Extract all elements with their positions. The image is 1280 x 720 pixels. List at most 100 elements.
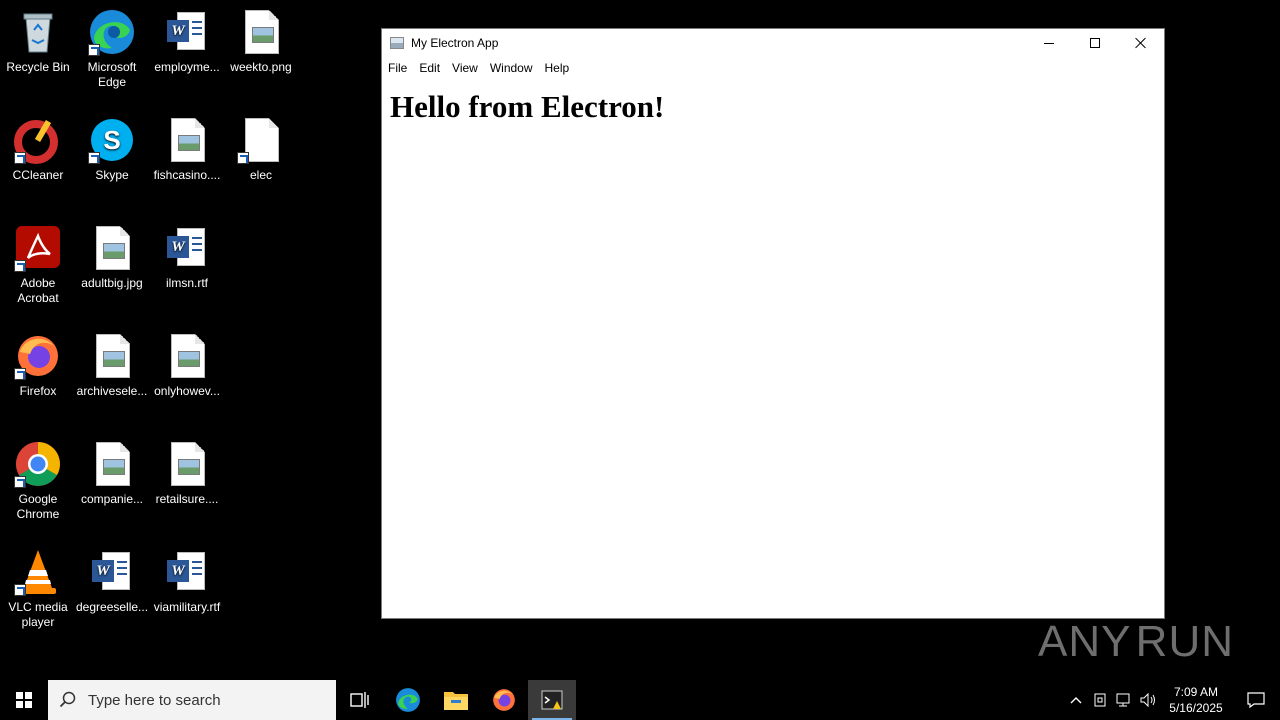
image-file-icon xyxy=(88,440,136,488)
desktop-icon-skype[interactable]: S Skype xyxy=(74,116,150,183)
desktop-icon-label: Adobe Acrobat xyxy=(17,276,59,305)
shortcut-arrow-icon xyxy=(14,476,26,488)
desktop-icon-ccleaner[interactable]: CCleaner xyxy=(0,116,76,183)
taskbar-edge[interactable] xyxy=(384,680,432,720)
desktop-icon-label: CCleaner xyxy=(12,168,64,182)
desktop-icon-adobe-acrobat[interactable]: Adobe Acrobat xyxy=(0,224,76,306)
desktop-icon-elec[interactable]: elec xyxy=(223,116,299,183)
tray-volume[interactable] xyxy=(1136,680,1160,720)
desktop-icon-label: archivesele... xyxy=(76,384,148,398)
desktop-icon-label: VLC media player xyxy=(8,600,68,629)
menu-file[interactable]: File xyxy=(382,61,413,75)
shortcut-arrow-icon xyxy=(14,584,26,596)
desktop-icon-label: adultbig.jpg xyxy=(81,276,143,290)
title-bar[interactable]: My Electron App xyxy=(382,29,1164,57)
ccleaner-icon xyxy=(14,116,62,164)
shortcut-arrow-icon xyxy=(237,152,249,164)
search-icon xyxy=(48,691,88,709)
app-window[interactable]: My Electron App File Edit View Window He… xyxy=(381,28,1165,619)
watermark-text-right: RUN xyxy=(1135,617,1234,666)
taskbar-firefox[interactable] xyxy=(480,680,528,720)
svg-text:S: S xyxy=(103,125,120,155)
image-file-icon xyxy=(88,224,136,272)
desktop-icon-label: Microsoft Edge xyxy=(87,60,137,89)
show-hidden-icons-button[interactable] xyxy=(1064,680,1088,720)
desktop: Recycle Bin CCleaner Adobe Acrobat Firef… xyxy=(0,0,380,680)
desktop-icon-firefox[interactable]: Firefox xyxy=(0,332,76,399)
taskbar-search-box[interactable]: Type here to search xyxy=(48,680,336,720)
desktop-icon-label: employme... xyxy=(154,60,220,74)
edge-icon xyxy=(88,8,136,56)
windows-logo-icon xyxy=(16,692,32,708)
desktop-icon-label: retailsure.... xyxy=(155,492,219,506)
firefox-icon xyxy=(14,332,62,380)
notification-center-button[interactable] xyxy=(1232,680,1280,720)
menu-bar: File Edit View Window Help xyxy=(382,57,1164,79)
taskbar-clock[interactable]: 7:09 AM 5/16/2025 xyxy=(1160,684,1232,716)
word-doc-icon: W xyxy=(88,548,136,596)
desktop-icon-retailsure[interactable]: retailsure.... xyxy=(149,440,225,507)
shortcut-arrow-icon xyxy=(14,152,26,164)
desktop-icon-label: onlyhowev... xyxy=(154,384,220,398)
word-doc-icon: W xyxy=(163,224,211,272)
maximize-button[interactable] xyxy=(1072,29,1118,57)
minimize-icon xyxy=(1044,42,1054,44)
image-file-icon xyxy=(163,332,211,380)
taskbar-file-explorer[interactable] xyxy=(432,680,480,720)
word-doc-icon: W xyxy=(163,548,211,596)
system-tray: 7:09 AM 5/16/2025 xyxy=(1064,680,1280,720)
desktop-icon-label: Google Chrome xyxy=(16,492,60,521)
desktop-icon-label: weekto.png xyxy=(230,60,292,74)
tray-network[interactable] xyxy=(1112,680,1136,720)
desktop-icon-viamilitary[interactable]: W viamilitary.rtf xyxy=(149,548,225,615)
desktop-icon-vlc[interactable]: VLC media player xyxy=(0,548,76,630)
word-doc-icon: W xyxy=(163,8,211,56)
minimize-button[interactable] xyxy=(1026,29,1072,57)
start-button[interactable] xyxy=(0,680,48,720)
desktop-icon-google-chrome[interactable]: Google Chrome xyxy=(0,440,76,522)
menu-view[interactable]: View xyxy=(446,61,484,75)
maximize-icon xyxy=(1090,38,1100,48)
desktop-icon-label: Firefox xyxy=(19,384,57,398)
task-view-button[interactable] xyxy=(336,680,384,720)
window-title: My Electron App xyxy=(411,36,499,50)
desktop-icon-degreeselle[interactable]: W degreeselle... xyxy=(74,548,150,615)
watermark-text-left: ANY xyxy=(1038,617,1132,666)
desktop-icon-ilmsn[interactable]: W ilmsn.rtf xyxy=(149,224,225,291)
desktop-icon-label: Recycle Bin xyxy=(6,60,70,74)
taskbar-electron-app[interactable] xyxy=(528,680,576,720)
network-icon xyxy=(1116,693,1130,707)
shortcut-arrow-icon xyxy=(14,260,26,272)
clock-time: 7:09 AM xyxy=(1173,685,1219,699)
desktop-icon-fishcasino[interactable]: fishcasino.... xyxy=(149,116,225,183)
device-icon xyxy=(1094,693,1106,707)
taskbar: Type here to search 7:09 AM 5/16/2025 xyxy=(0,680,1280,720)
skype-icon: S xyxy=(88,116,136,164)
desktop-icon-companie[interactable]: companie... xyxy=(74,440,150,507)
desktop-icon-onlyhowev[interactable]: onlyhowev... xyxy=(149,332,225,399)
shortcut-arrow-icon xyxy=(14,368,26,380)
anyrun-watermark: ANY RUN xyxy=(1038,612,1234,672)
close-icon xyxy=(1135,37,1147,49)
volume-icon xyxy=(1140,692,1155,708)
menu-edit[interactable]: Edit xyxy=(413,61,446,75)
image-file-icon xyxy=(88,332,136,380)
firefox-icon xyxy=(493,689,515,711)
folder-icon xyxy=(444,692,468,710)
terminal-app-icon xyxy=(541,690,563,710)
app-icon xyxy=(390,37,404,49)
desktop-icon-adultbig[interactable]: adultbig.jpg xyxy=(74,224,150,291)
desktop-icon-archivesele[interactable]: archivesele... xyxy=(74,332,150,399)
menu-window[interactable]: Window xyxy=(484,61,539,75)
desktop-icon-recycle-bin[interactable]: Recycle Bin xyxy=(0,8,76,75)
close-button[interactable] xyxy=(1118,29,1164,57)
desktop-icon-microsoft-edge[interactable]: Microsoft Edge xyxy=(74,8,150,90)
notification-icon xyxy=(1247,692,1265,708)
tray-meet-now[interactable] xyxy=(1088,680,1112,720)
desktop-icon-employme[interactable]: W employme... xyxy=(149,8,225,75)
shortcut-arrow-icon xyxy=(88,152,100,164)
recycle-bin-icon xyxy=(14,8,62,56)
menu-help[interactable]: Help xyxy=(539,61,576,75)
search-placeholder: Type here to search xyxy=(88,691,221,709)
desktop-icon-weekto[interactable]: weekto.png xyxy=(223,8,299,75)
